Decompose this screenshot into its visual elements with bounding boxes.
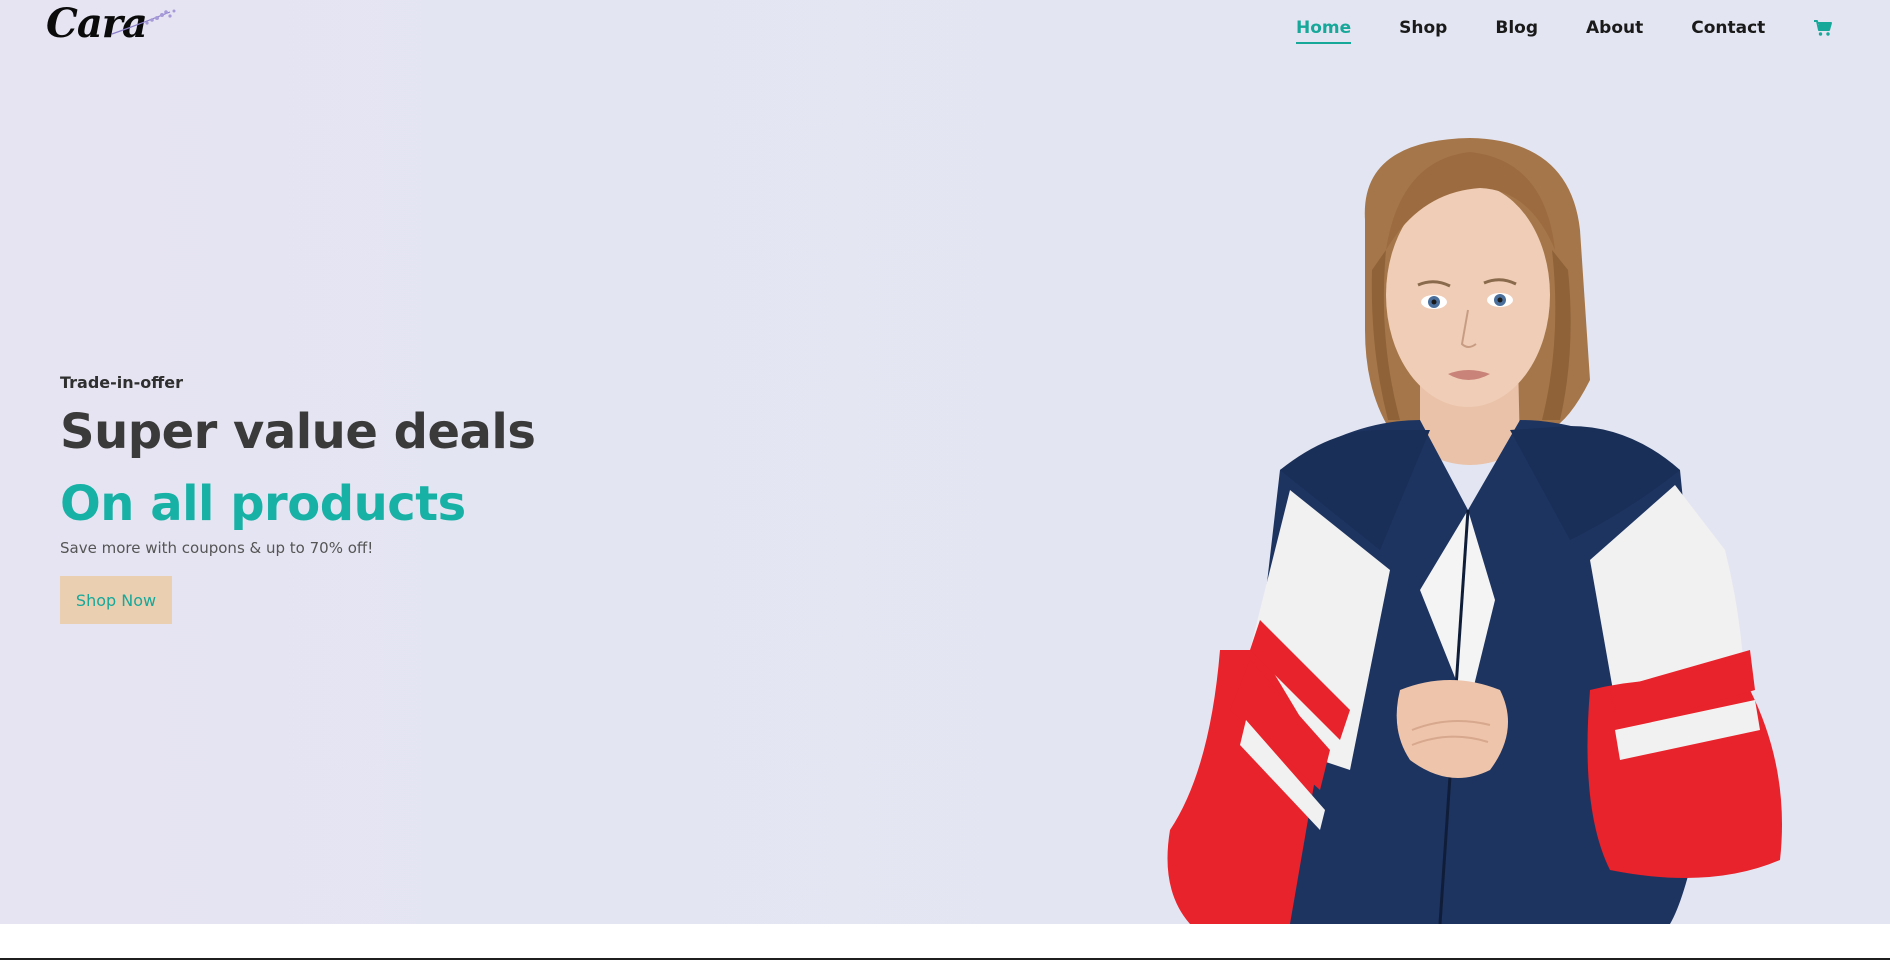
hero-text: Trade-in-offer Super value deals On all … [60,372,660,624]
hero-banner: Cara Home Shop Blog About Contact Trade-… [0,0,1890,924]
nav-shop[interactable]: Shop [1399,18,1447,38]
page-bottom-strip [0,924,1890,960]
site-header: Cara Home Shop Blog About Contact [0,0,1890,58]
nav-blog[interactable]: Blog [1495,18,1538,38]
page: Cara Home Shop Blog About Contact Trade-… [0,0,1890,960]
hero-headline: Super value deals [60,404,536,460]
hero-subheadline: On all products [60,476,466,532]
nav-contact[interactable]: Contact [1691,18,1765,38]
logo[interactable]: Cara [46,0,176,47]
lavender-sprig-icon [111,9,176,35]
shop-now-button[interactable]: Shop Now [60,576,172,624]
cart-icon[interactable] [1813,18,1833,38]
hero-model-image [1167,138,1782,924]
nav-about[interactable]: About [1586,18,1643,38]
hero-tagline: Save more with coupons & up to 70% off! [60,539,374,557]
hero-eyebrow: Trade-in-offer [60,373,183,392]
nav-home[interactable]: Home [1296,18,1352,44]
main-nav: Home Shop Blog About Contact [1296,16,1833,44]
